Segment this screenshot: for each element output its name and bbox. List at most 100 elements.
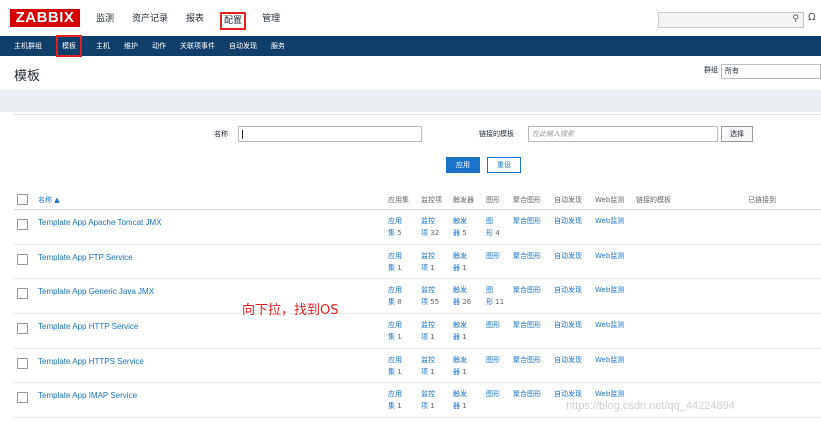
template-name-link[interactable]: Template App Apache Tomcat JMX (38, 218, 161, 227)
apply-button[interactable]: 应用 (446, 157, 480, 173)
graphs-link[interactable]: 图 形 11 (486, 284, 504, 308)
menu-inventory[interactable]: 资产记录 (130, 12, 170, 30)
applications-link[interactable]: 应用 集 1 (388, 388, 402, 412)
web-link[interactable]: Web监测 (595, 250, 624, 262)
applications-link[interactable]: 应用 集 1 (388, 354, 402, 378)
subnav-discovery[interactable]: 自动发现 (229, 38, 257, 54)
row-checkbox[interactable] (17, 392, 28, 404)
triggers-link[interactable]: 触发 器 1 (453, 319, 467, 343)
col-applications: 应用集 (388, 196, 409, 204)
template-name-link[interactable]: Template App HTTPS Service (38, 357, 144, 366)
col-linked-to: 已链接到 (748, 196, 776, 204)
discovery-link[interactable]: 自动发现 (554, 215, 582, 227)
applications-link[interactable]: 应用 集 8 (388, 284, 402, 308)
count: 32 (430, 229, 440, 237)
web-link[interactable]: Web监测 (595, 215, 624, 227)
link-text: 图形 (486, 321, 500, 330)
link-text: 集 (388, 333, 395, 342)
link-text: 器 (453, 402, 460, 411)
subnav-actions[interactable]: 动作 (152, 38, 166, 54)
triggers-link[interactable]: 触发 器 1 (453, 354, 467, 378)
discovery-link[interactable]: 自动发现 (554, 354, 582, 366)
link-text: 形 (486, 229, 493, 237)
web-link[interactable]: Web监测 (595, 319, 624, 331)
group-select[interactable]: 所有 (721, 64, 821, 79)
count: 1 (397, 402, 402, 411)
items-link[interactable]: 监控 项 1 (421, 354, 435, 378)
screens-link[interactable]: 聚合图形 (513, 215, 541, 227)
triggers-link[interactable]: 触发 器 26 (453, 284, 471, 308)
screens-link[interactable]: 聚合图形 (513, 250, 541, 262)
triggers-link[interactable]: 触发 器 1 (453, 250, 467, 274)
row-checkbox[interactable] (17, 219, 28, 230)
applications-link[interactable]: 应用 集 1 (388, 250, 402, 274)
menu-administration[interactable]: 管理 (260, 12, 282, 30)
table-row: Template App HTTP Service 应用 集 1 监控 项 1 … (14, 314, 821, 349)
link-text: 集 (388, 367, 395, 376)
discovery-link[interactable]: 自动发现 (554, 284, 582, 296)
menu-monitoring[interactable]: 监测 (94, 12, 116, 30)
link-text: 应用 (388, 355, 402, 364)
web-link[interactable]: Web监测 (595, 354, 624, 366)
subnav-hosts[interactable]: 主机 (96, 38, 110, 54)
count: 11 (495, 298, 505, 307)
row-checkbox[interactable] (17, 253, 28, 265)
row-checkbox[interactable] (17, 288, 28, 300)
count: 1 (430, 367, 435, 376)
items-link[interactable]: 监控 项 1 (421, 319, 435, 343)
discovery-link[interactable]: 自动发现 (554, 388, 582, 400)
discovery-link[interactable]: 自动发现 (554, 250, 582, 262)
linked-templates-input[interactable]: 在此输入搜索 (528, 126, 718, 142)
filter-panel (14, 114, 821, 182)
template-name-link[interactable]: Template App HTTP Service (38, 322, 138, 331)
row-checkbox[interactable] (17, 357, 28, 369)
link-text: 触发 (453, 321, 467, 330)
graphs-link[interactable]: 图形 (486, 319, 500, 331)
web-link[interactable]: Web监测 (595, 284, 624, 296)
items-link[interactable]: 监控 项 55 (421, 284, 439, 308)
link-text: 项 (421, 229, 428, 237)
graphs-link[interactable]: 图形 (486, 354, 500, 366)
search-icon[interactable]: ⚲ (792, 14, 799, 24)
items-link[interactable]: 监控 项 1 (421, 388, 435, 412)
menu-reports[interactable]: 报表 (184, 12, 206, 30)
link-text: 监控 (421, 286, 435, 295)
page-title: 模板 (14, 69, 41, 84)
select-button[interactable]: 选择 (721, 126, 753, 142)
applications-link[interactable]: 应用 集 1 (388, 319, 402, 343)
items-link[interactable]: 监控 项 32 (421, 215, 439, 239)
subnav-services[interactable]: 服务 (271, 38, 285, 54)
triggers-link[interactable]: 触发 器 5 (453, 215, 467, 239)
global-search-input[interactable]: ⚲ (658, 12, 804, 28)
row-checkbox[interactable] (17, 323, 28, 335)
screens-link[interactable]: 聚合图形 (513, 388, 541, 400)
graphs-link[interactable]: 图 形 4 (486, 215, 500, 239)
triggers-link[interactable]: 触发 器 1 (453, 388, 467, 412)
template-name-link[interactable]: Template App FTP Service (38, 253, 133, 262)
screens-link[interactable]: 聚合图形 (513, 319, 541, 331)
screens-link[interactable]: 聚合图形 (513, 284, 541, 296)
applications-link[interactable]: 应用 集 5 (388, 215, 402, 239)
select-all-checkbox[interactable] (17, 194, 28, 205)
subnav-templates[interactable]: 模板 (56, 35, 82, 57)
reset-button[interactable]: 重设 (487, 157, 521, 173)
discovery-link[interactable]: 自动发现 (554, 319, 582, 331)
name-input[interactable] (238, 126, 422, 142)
subnav-maintenance[interactable]: 维护 (124, 38, 138, 54)
annotation-text: 向下拉，找到OS (242, 303, 339, 318)
items-link[interactable]: 监控 项 1 (421, 250, 435, 274)
screens-link[interactable]: 聚合图形 (513, 354, 541, 366)
graphs-link[interactable]: 图形 (486, 388, 500, 400)
template-name-link[interactable]: Template App IMAP Service (38, 391, 137, 400)
graphs-link[interactable]: 图形 (486, 250, 500, 262)
subnav-host-groups[interactable]: 主机群组 (14, 38, 42, 54)
template-name-link[interactable]: Template App Generic Java JMX (38, 287, 154, 296)
count: 1 (462, 367, 467, 376)
name-label: 名称 (214, 130, 228, 138)
col-name[interactable]: 名称 ▲ (38, 195, 60, 205)
subnav-event-correlation[interactable]: 关联项事件 (180, 38, 215, 54)
zabbix-logo[interactable]: ZABBIX (10, 9, 80, 27)
menu-configuration[interactable]: 配置 (220, 12, 247, 30)
web-link[interactable]: Web监测 (595, 388, 624, 400)
support-icon[interactable]: Ω (808, 12, 816, 23)
